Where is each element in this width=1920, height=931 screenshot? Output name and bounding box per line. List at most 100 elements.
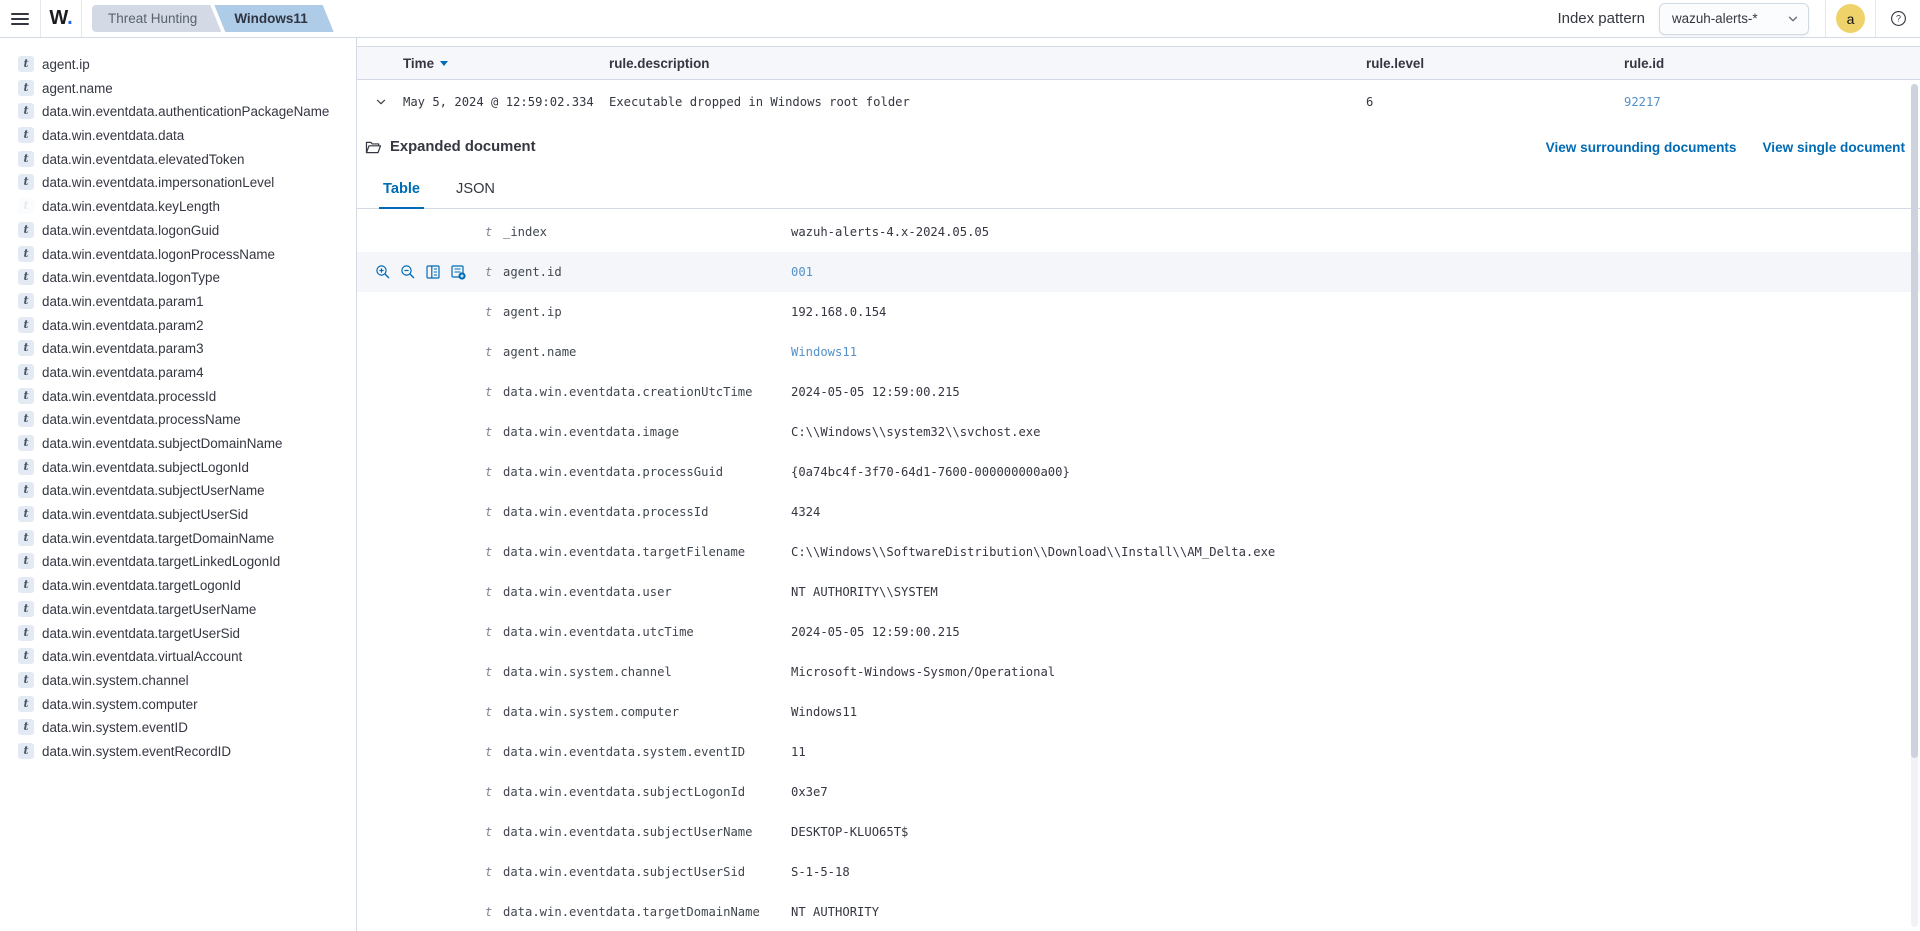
tab-table[interactable]: Table xyxy=(379,181,424,209)
doc-field-value[interactable]: 001 xyxy=(791,265,1920,279)
sidebar-field-item[interactable]: t data.​win.​eventdata.​subjectDomainNam… xyxy=(18,433,348,457)
menu-button[interactable] xyxy=(0,0,40,37)
svg-text:?: ? xyxy=(1896,14,1901,24)
view-surrounding-documents-link[interactable]: View surrounding documents xyxy=(1546,140,1737,155)
sidebar-field-label: data.​win.​eventdata.​targetLinkedLogonI… xyxy=(42,551,280,572)
doc-field-value: 2024-05-05 12:59:00.215 xyxy=(791,625,1920,639)
field-type-icon: t xyxy=(18,127,34,143)
sidebar-field-label: data.​win.​eventdata.​param3 xyxy=(42,338,204,359)
filter-for-value-icon[interactable] xyxy=(375,264,391,280)
sidebar-field-item[interactable]: t data.​win.​eventdata.​targetLogonId xyxy=(18,575,348,599)
doc-field-value: C:\\Windows\\system32\\svchost.exe xyxy=(791,425,1920,439)
sidebar-field-item[interactable]: t data.​win.​system.​computer xyxy=(18,694,348,718)
sidebar-field-item[interactable]: t data.​win.​eventdata.​keyLength xyxy=(18,196,348,220)
field-type-icon: t xyxy=(18,601,34,617)
field-type-icon: t xyxy=(485,785,503,799)
field-type-icon: t xyxy=(18,246,34,262)
sidebar-field-label: data.​win.​eventdata.​targetDomainName xyxy=(42,528,274,549)
wazuh-logo[interactable]: W. xyxy=(41,7,81,30)
sidebar-field-label: data.​win.​eventdata.​logonGuid xyxy=(42,220,219,241)
sidebar-field-label: data.​win.​eventdata.​subjectDomainName xyxy=(42,433,282,454)
sidebar-field-item[interactable]: t data.​win.​eventdata.​processName xyxy=(18,409,348,433)
sidebar-field-item[interactable]: t data.​win.​eventdata.​targetDomainName xyxy=(18,528,348,552)
filter-out-value-icon[interactable] xyxy=(400,264,416,280)
column-header-rule-level[interactable]: rule.level xyxy=(1364,56,1622,71)
doc-field-row: t data.win.eventdata.targetDomainName NT… xyxy=(357,892,1920,931)
scrollbar-thumb[interactable] xyxy=(1911,84,1918,758)
cell-time: May 5, 2024 @ 12:59:02.334 xyxy=(401,95,607,109)
doc-field-value[interactable]: Windows11 xyxy=(791,345,1920,359)
doc-field-name: data.win.eventdata.image xyxy=(503,425,791,439)
user-avatar[interactable]: a xyxy=(1836,4,1865,33)
doc-field-name: data.win.system.computer xyxy=(503,705,791,719)
cell-rule-id-link[interactable]: 92217 xyxy=(1622,95,1920,109)
field-type-icon: t xyxy=(18,151,34,167)
results-table-header: Time rule.description rule.level rule.id xyxy=(357,46,1920,80)
sidebar-field-item[interactable]: t data.​win.​system.​channel xyxy=(18,670,348,694)
sidebar-field-item[interactable]: t data.​win.​eventdata.​authenticationPa… xyxy=(18,101,348,125)
sidebar-field-item[interactable]: t data.​win.​eventdata.​logonProcessName xyxy=(18,244,348,268)
sidebar-field-item[interactable]: t data.​win.​eventdata.​elevatedToken xyxy=(18,149,348,173)
tab-json[interactable]: JSON xyxy=(452,181,499,208)
sidebar-field-item[interactable]: t data.​win.​eventdata.​param4 xyxy=(18,362,348,386)
sidebar-field-label: data.​win.​eventdata.​logonType xyxy=(42,267,220,288)
sidebar-field-item[interactable]: t data.​win.​eventdata.​subjectLogonId xyxy=(18,457,348,481)
index-pattern-select[interactable]: wazuh-alerts-* xyxy=(1659,3,1809,35)
field-type-icon: t xyxy=(18,174,34,190)
doc-field-name: agent.name xyxy=(503,345,791,359)
vertical-scrollbar[interactable] xyxy=(1911,84,1918,927)
doc-field-name: data.win.eventdata.system.eventID xyxy=(503,745,791,759)
breadcrumb-threat-hunting[interactable]: Threat Hunting xyxy=(92,5,221,32)
sidebar-field-item[interactable]: t data.​win.​eventdata.​subjectUserSid xyxy=(18,504,348,528)
sidebar-field-item[interactable]: t data.​win.​eventdata.​virtualAccount xyxy=(18,646,348,670)
field-type-icon: t xyxy=(18,269,34,285)
sidebar-field-item[interactable]: t data.​win.​eventdata.​impersonationLev… xyxy=(18,172,348,196)
sidebar-field-item[interactable]: t data.​win.​eventdata.​targetLinkedLogo… xyxy=(18,551,348,575)
sidebar-field-label: data.​win.​eventdata.​targetUserName xyxy=(42,599,256,620)
sidebar-field-item[interactable]: t agent.​ip xyxy=(18,54,348,78)
sidebar-field-item[interactable]: t data.​win.​eventdata.​targetUserName xyxy=(18,599,348,623)
sidebar-field-item[interactable]: t data.​win.​system.​eventID xyxy=(18,717,348,741)
toggle-column-icon[interactable] xyxy=(425,264,441,280)
sidebar-field-item[interactable]: t data.​win.​eventdata.​processId xyxy=(18,386,348,410)
sort-descending-icon xyxy=(440,61,448,66)
collapse-row-button[interactable] xyxy=(369,90,393,114)
doc-field-value: 192.168.0.154 xyxy=(791,305,1920,319)
doc-field-row: t _index wazuh-alerts-4.x-2024.05.05 xyxy=(357,212,1920,252)
field-type-icon: t xyxy=(485,545,503,559)
cell-rule-level: 6 xyxy=(1364,95,1622,109)
field-type-icon: t xyxy=(18,553,34,569)
field-type-icon: t xyxy=(18,222,34,238)
field-type-icon: t xyxy=(485,905,503,919)
doc-field-name: data.win.eventdata.targetFilename xyxy=(503,545,791,559)
sidebar-field-item[interactable]: t data.​win.​eventdata.​subjectUserName xyxy=(18,480,348,504)
sidebar-field-item[interactable]: t data.​win.​eventdata.​logonGuid xyxy=(18,220,348,244)
sidebar-field-item[interactable]: t agent.​name xyxy=(18,78,348,102)
breadcrumb-windows11[interactable]: Windows11 xyxy=(214,5,333,32)
doc-viewer-tabs: Table JSON xyxy=(357,181,1920,209)
sidebar-field-item[interactable]: t data.​win.​system.​eventRecordID xyxy=(18,741,348,765)
field-type-icon: t xyxy=(485,825,503,839)
column-header-rule-id[interactable]: rule.id xyxy=(1622,56,1920,71)
filter-for-field-present-icon[interactable] xyxy=(450,264,466,280)
field-type-icon: t xyxy=(18,435,34,451)
field-type-icon: t xyxy=(18,625,34,641)
sidebar-field-item[interactable]: t data.​win.​eventdata.​param2 xyxy=(18,315,348,339)
sidebar-field-label: data.​win.​eventdata.​elevatedToken xyxy=(42,149,245,170)
column-header-rule-description[interactable]: rule.description xyxy=(607,56,1364,71)
sidebar-field-item[interactable]: t data.​win.​eventdata.​data xyxy=(18,125,348,149)
doc-field-value: DESKTOP-KLUO65T$ xyxy=(791,825,1920,839)
view-single-document-link[interactable]: View single document xyxy=(1762,140,1905,155)
doc-field-name: data.win.eventdata.utcTime xyxy=(503,625,791,639)
sidebar-field-item[interactable]: t data.​win.​eventdata.​logonType xyxy=(18,267,348,291)
sidebar-field-item[interactable]: t data.​win.​eventdata.​param3 xyxy=(18,338,348,362)
column-header-time[interactable]: Time xyxy=(401,56,607,71)
doc-field-value: NT AUTHORITY xyxy=(791,905,1920,919)
divider xyxy=(81,0,82,37)
field-type-icon: t xyxy=(485,585,503,599)
doc-field-value: C:\\Windows\\SoftwareDistribution\\Downl… xyxy=(791,545,1920,559)
sidebar-field-item[interactable]: t data.​win.​eventdata.​targetUserSid xyxy=(18,623,348,647)
help-button[interactable]: ? xyxy=(1876,10,1920,27)
sidebar-field-label: agent.​name xyxy=(42,78,113,99)
sidebar-field-item[interactable]: t data.​win.​eventdata.​param1 xyxy=(18,291,348,315)
